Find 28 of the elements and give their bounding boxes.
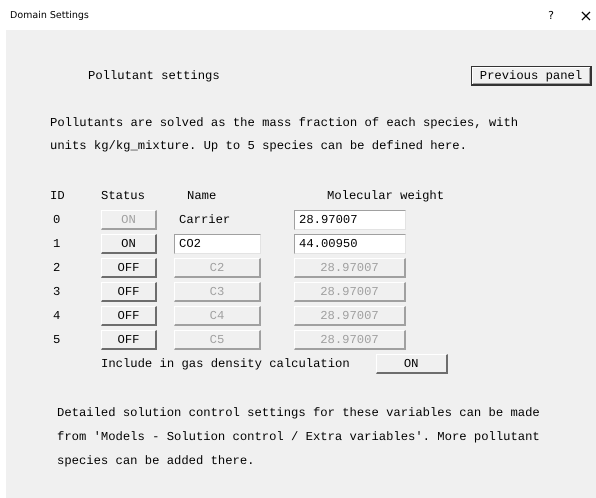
status-toggle-button[interactable]: OFF [101,306,157,326]
species-name: Carrier [178,213,230,227]
row-id: 2 [52,261,62,275]
status-toggle-button[interactable]: OFF [101,282,157,302]
column-header: Status [101,189,145,203]
molecular-weight-field[interactable]: 28.97007 [294,210,406,230]
name-field[interactable]: CO2 [174,234,261,254]
molecular-weight-field[interactable]: 44.00950 [294,234,406,254]
window-title: Domain Settings [10,10,90,20]
note-text: Detailed solution control settings for these variables can be made from 'Models - Solution control / Extra variables'. More pollutant species can be added there. [57,405,541,470]
row-id: 1 [52,237,62,251]
density-label: Include in gas density calculation [101,357,350,371]
previous-panel-button[interactable]: Previous panel [471,66,592,86]
column-header: ID [50,189,65,203]
row-id: 3 [52,285,62,299]
status-toggle-button[interactable]: OFF [101,258,157,278]
column-header: Molecular weight [326,189,444,203]
help-button[interactable]: ? [544,8,558,22]
row-id: 0 [52,213,62,227]
status-toggle-button[interactable]: OFF [101,330,157,350]
row-id: 5 [52,333,62,347]
row-id: 4 [52,309,62,323]
density-toggle-button[interactable]: ON [376,354,448,374]
status-toggle-button[interactable]: ON [101,234,157,254]
intro-text: Pollutants are solved as the mass fraction of each species, with units kg/kg_mixture. Up to 5 species can be defined here. [50,115,520,155]
close-button[interactable]: × [579,6,593,24]
panel-heading: Pollutant settings [88,69,221,83]
column-header: Name [186,189,216,203]
